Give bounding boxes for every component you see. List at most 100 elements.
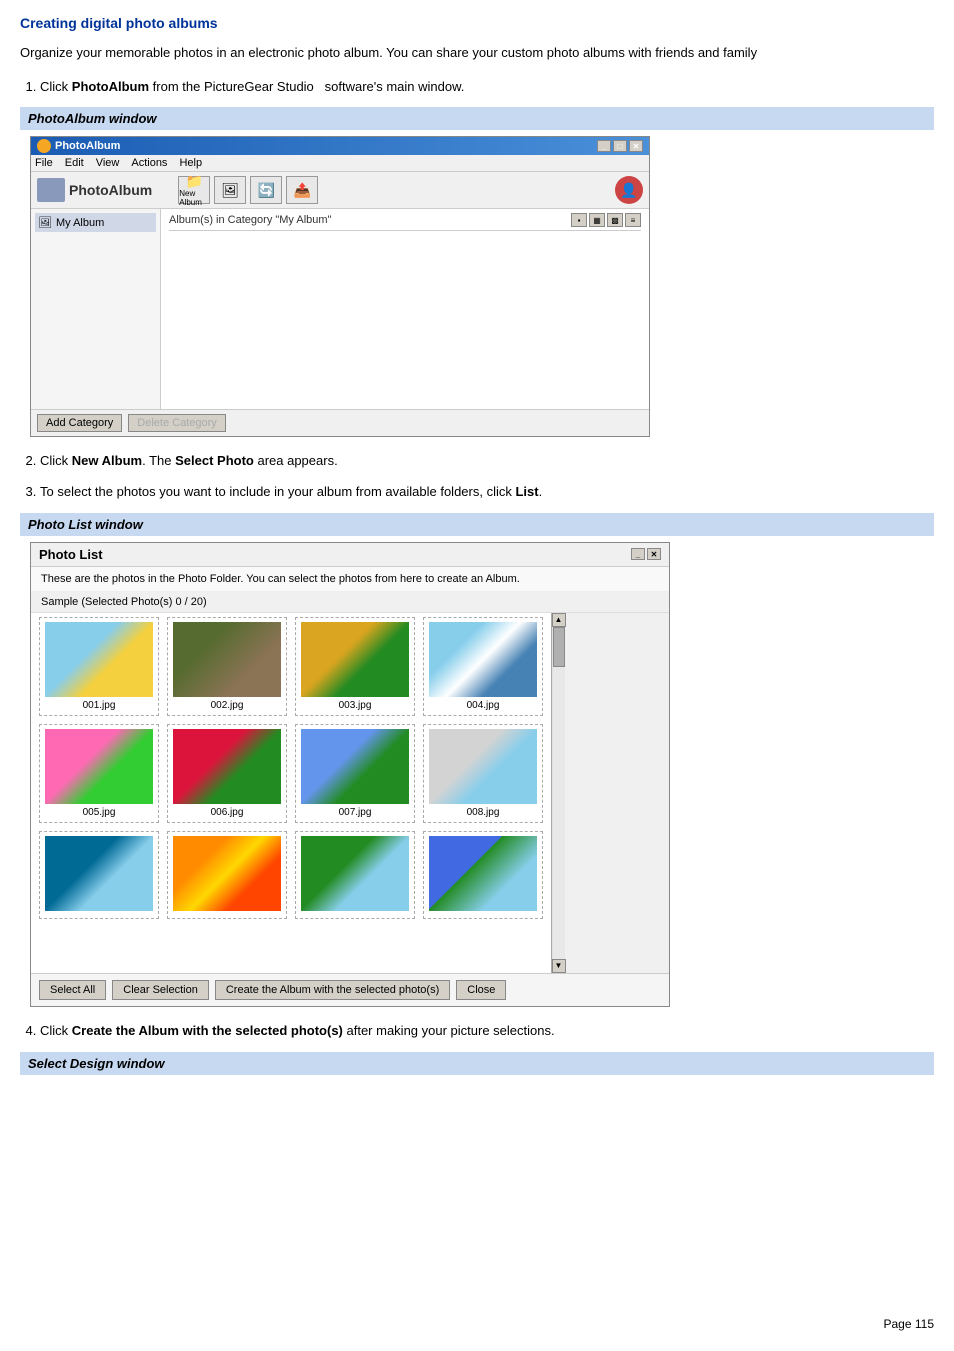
view-btn-1[interactable]: ▪	[571, 213, 587, 227]
add-category-button[interactable]: Add Category	[37, 414, 122, 432]
scroll-up-arrow[interactable]: ▲	[552, 613, 566, 627]
restore-button[interactable]: □	[613, 140, 627, 152]
scroll-thumb[interactable]	[553, 627, 565, 667]
menu-view[interactable]: View	[96, 157, 120, 169]
photo-012[interactable]	[423, 831, 543, 919]
view-buttons: ▪ ▦ ▩ ≡	[571, 213, 641, 227]
album-content: 🖼 My Album Album(s) in Category "My Albu…	[31, 209, 649, 409]
album-sidebar: 🖼 My Album	[31, 209, 161, 409]
toolbar-btn-2[interactable]: 🖼	[214, 176, 246, 204]
new-album-label: New Album	[179, 189, 209, 207]
clear-selection-button[interactable]: Clear Selection	[112, 980, 209, 1000]
photoalbum-section-header: PhotoAlbum window	[20, 107, 934, 130]
photo-002-label: 002.jpg	[211, 700, 244, 711]
toolbar-icons: 📁 New Album 🖼 🔄 📤	[178, 176, 318, 204]
window-controls[interactable]: _ □ ✕	[597, 140, 643, 152]
delete-category-button[interactable]: Delete Category	[128, 414, 226, 432]
view-btn-3[interactable]: ▩	[607, 213, 623, 227]
photo-grid-scrollbar[interactable]: ▲ ▼	[551, 613, 565, 973]
new-album-icon: 📁	[186, 174, 203, 188]
pl-close-btn[interactable]: ✕	[647, 548, 661, 560]
photo-003-thumb	[301, 622, 409, 697]
step-2: Click New Album. The Select Photo area a…	[40, 451, 934, 472]
toolbar-icon-4: 📤	[294, 183, 311, 197]
close-button[interactable]: Close	[456, 980, 506, 1000]
toolbar-title: PhotoAlbum	[69, 182, 152, 198]
toolbar-icon-2: 🖼	[221, 183, 239, 197]
step-4: Click Create the Album with the selected…	[40, 1021, 934, 1042]
scroll-track[interactable]	[553, 627, 565, 959]
photo-row-2: 005.jpg 006.jpg 007.jpg 008.jpg	[39, 724, 543, 823]
close-button[interactable]: ✕	[629, 140, 643, 152]
create-album-button[interactable]: Create the Album with the selected photo…	[215, 980, 450, 1000]
photolist-window: Photo List _ ✕ These are the photos in t…	[30, 542, 670, 1007]
photo-005[interactable]: 005.jpg	[39, 724, 159, 823]
photo-003-label: 003.jpg	[339, 700, 372, 711]
photolist-info: These are the photos in the Photo Folder…	[31, 567, 669, 592]
album-main-header: Album(s) in Category "My Album" ▪ ▦ ▩ ≡	[169, 213, 641, 231]
page-number: Page 115	[884, 1317, 935, 1331]
category-text: Album(s) in Category "My Album"	[169, 214, 331, 226]
album-sidebar-icon: 🖼	[38, 216, 52, 229]
photo-003[interactable]: 003.jpg	[295, 617, 415, 716]
photo-010-thumb	[173, 836, 281, 911]
photo-006[interactable]: 006.jpg	[167, 724, 287, 823]
toolbar-btn-4[interactable]: 📤	[286, 176, 318, 204]
select-all-button[interactable]: Select All	[39, 980, 106, 1000]
photoalbum-titlebar: PhotoAlbum _ □ ✕	[31, 137, 649, 155]
album-footer: Add Category Delete Category	[31, 409, 649, 436]
photo-011-thumb	[301, 836, 409, 911]
sample-header: Sample (Selected Photo(s) 0 / 20)	[31, 592, 669, 613]
toolbar-btn-3[interactable]: 🔄	[250, 176, 282, 204]
photo-009[interactable]	[39, 831, 159, 919]
photo-grid-outer: 001.jpg 002.jpg 003.jpg 004.jpg	[31, 613, 669, 973]
page-title: Creating digital photo albums	[20, 15, 934, 31]
photo-010[interactable]	[167, 831, 287, 919]
intro-text: Organize your memorable photos in an ele…	[20, 43, 934, 63]
photo-001-label: 001.jpg	[83, 700, 116, 711]
photo-row-1: 001.jpg 002.jpg 003.jpg 004.jpg	[39, 617, 543, 716]
view-btn-2[interactable]: ▦	[589, 213, 605, 227]
photo-007[interactable]: 007.jpg	[295, 724, 415, 823]
menu-help[interactable]: Help	[179, 157, 202, 169]
photo-007-thumb	[301, 729, 409, 804]
titlebar-icon	[37, 139, 51, 153]
minimize-button[interactable]: _	[597, 140, 611, 152]
photo-grid: 001.jpg 002.jpg 003.jpg 004.jpg	[31, 613, 551, 973]
user-icon: 👤	[615, 176, 643, 204]
photo-005-thumb	[45, 729, 153, 804]
photo-002[interactable]: 002.jpg	[167, 617, 287, 716]
step-3: To select the photos you want to include…	[40, 482, 934, 503]
photo-012-thumb	[429, 836, 537, 911]
menubar: File Edit View Actions Help	[31, 155, 649, 172]
view-btn-4[interactable]: ≡	[625, 213, 641, 227]
photo-004-label: 004.jpg	[467, 700, 500, 711]
photo-002-thumb	[173, 622, 281, 697]
menu-edit[interactable]: Edit	[65, 157, 84, 169]
photo-001[interactable]: 001.jpg	[39, 617, 159, 716]
step3-bold: List	[515, 484, 538, 499]
photolist-controls[interactable]: _ ✕	[631, 548, 661, 560]
toolbar-icon-3: 🔄	[258, 183, 275, 197]
photo-011[interactable]	[295, 831, 415, 919]
step1-bold: PhotoAlbum	[72, 79, 149, 94]
photo-006-thumb	[173, 729, 281, 804]
photo-006-label: 006.jpg	[211, 807, 244, 818]
photoalbum-title-text: PhotoAlbum	[55, 140, 120, 152]
photo-004[interactable]: 004.jpg	[423, 617, 543, 716]
photolist-section-header: Photo List window	[20, 513, 934, 536]
my-album-item[interactable]: 🖼 My Album	[35, 213, 156, 232]
menu-file[interactable]: File	[35, 157, 53, 169]
new-album-button[interactable]: 📁 New Album	[178, 176, 210, 204]
photo-008-thumb	[429, 729, 537, 804]
photo-007-label: 007.jpg	[339, 807, 372, 818]
photo-009-thumb	[45, 836, 153, 911]
pl-minimize-btn[interactable]: _	[631, 548, 645, 560]
menu-actions[interactable]: Actions	[131, 157, 167, 169]
photo-008[interactable]: 008.jpg	[423, 724, 543, 823]
scroll-down-arrow[interactable]: ▼	[552, 959, 566, 973]
photo-001-thumb	[45, 622, 153, 697]
photoalbum-window: PhotoAlbum _ □ ✕ File Edit View Actions …	[30, 136, 650, 437]
my-album-label: My Album	[56, 217, 104, 229]
step4-bold: Create the Album with the selected photo…	[72, 1023, 343, 1038]
